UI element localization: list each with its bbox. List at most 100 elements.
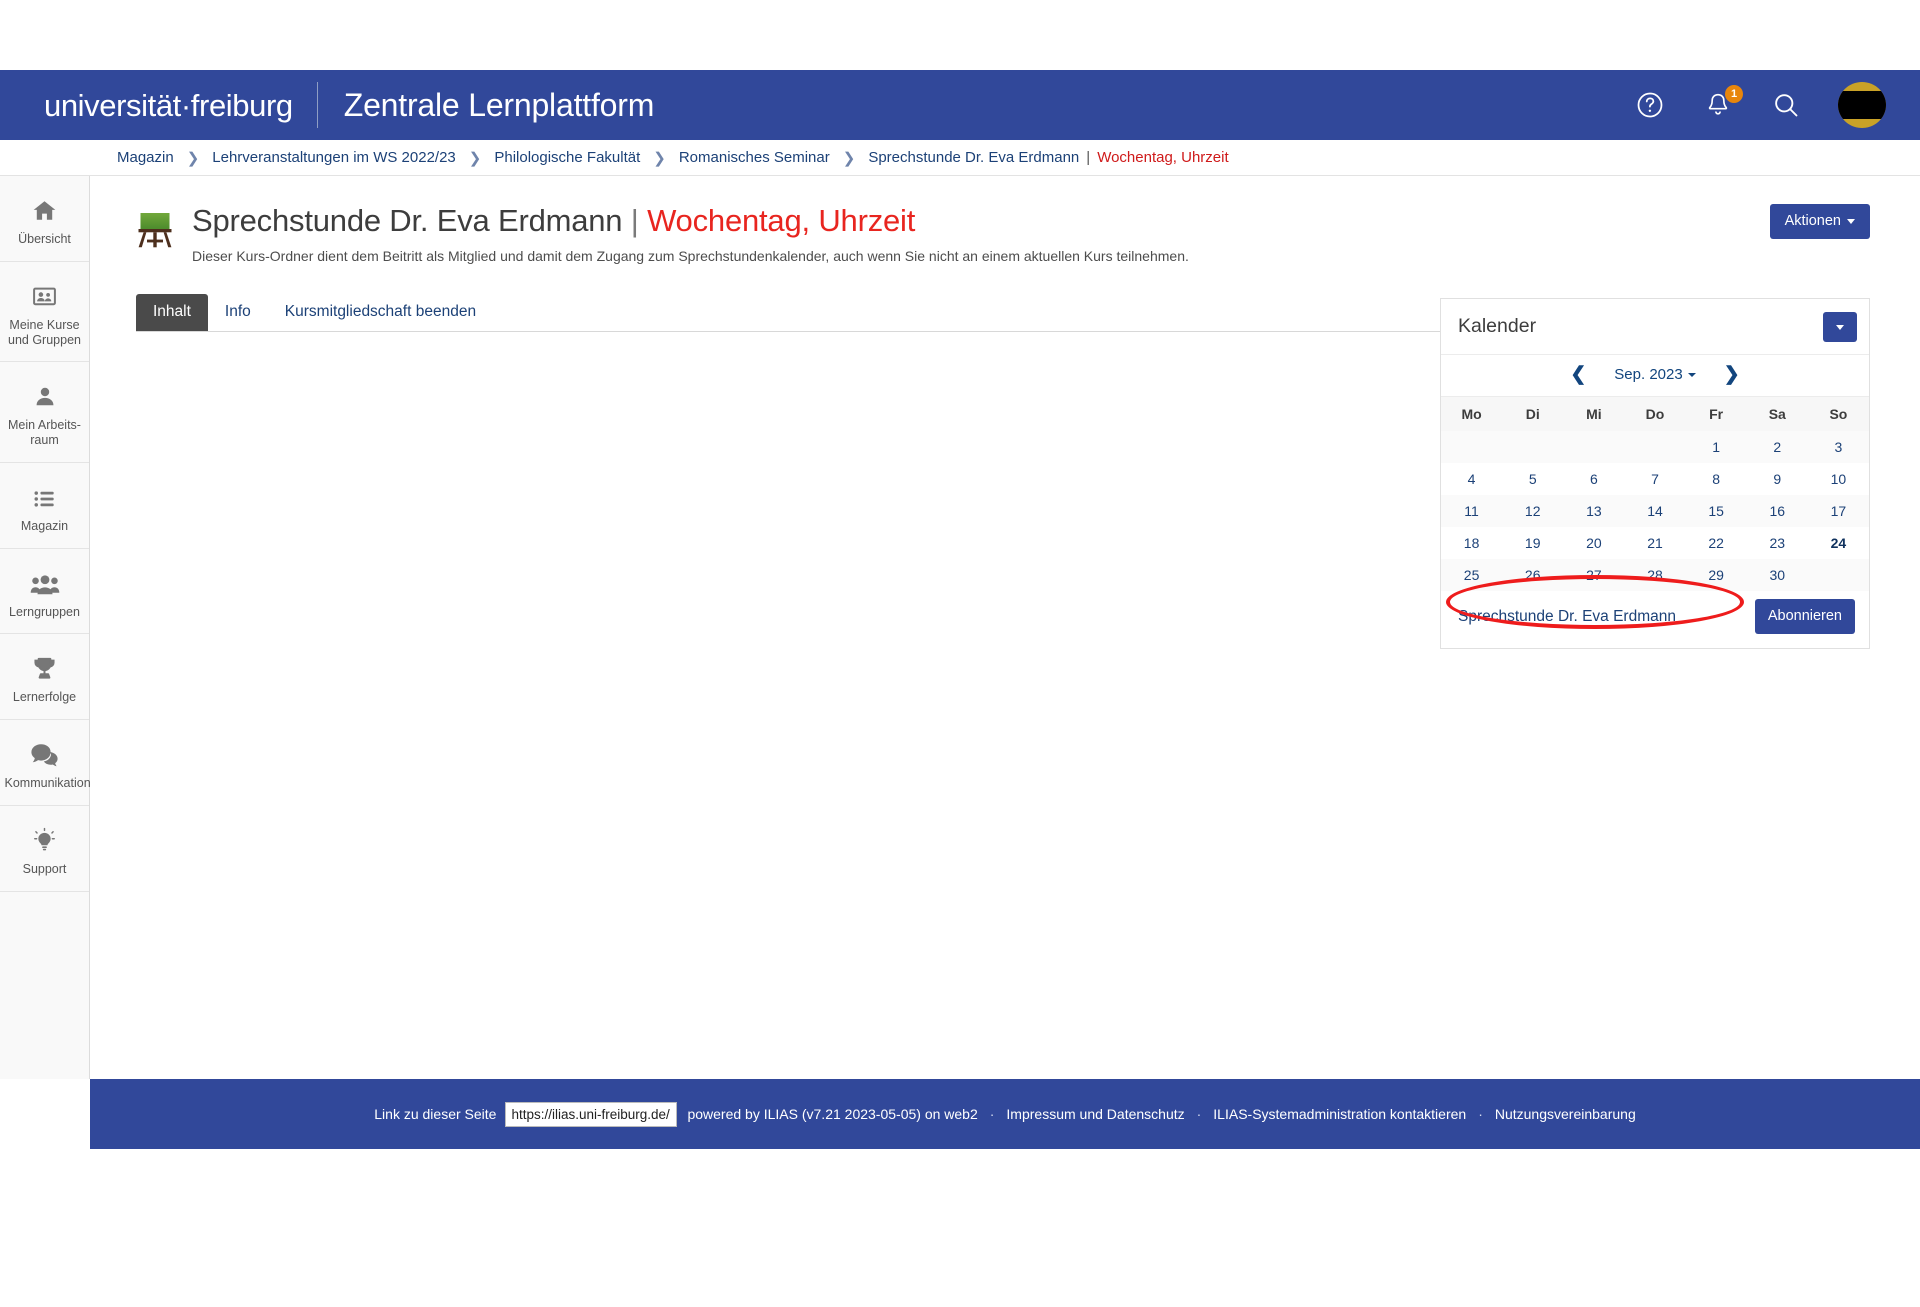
breadcrumb: Magazin ❯ Lehrveranstaltungen im WS 2022…: [0, 140, 1920, 176]
calendar-day-20[interactable]: 20: [1563, 527, 1624, 559]
calendar-header: Kalender: [1441, 299, 1869, 355]
lightbulb-icon: [32, 823, 57, 853]
calendar-weekday-header: Mo Di Mi Do Fr Sa So: [1441, 397, 1869, 431]
object-header: Sprechstunde Dr. Eva Erdmann | Wochentag…: [136, 202, 1870, 266]
calendar-day-30[interactable]: 30: [1747, 559, 1808, 591]
sidebar-item-uebersicht[interactable]: Übersicht: [0, 176, 89, 262]
breadcrumb-separator: ❯: [186, 149, 200, 167]
calendar-entry-link[interactable]: Sprechstunde Dr. Eva Erdmann: [1458, 608, 1676, 626]
calendar-day-1[interactable]: 1: [1686, 431, 1747, 463]
calendar-day-28[interactable]: 28: [1624, 559, 1685, 591]
tab-kursmitgliedschaft-beenden[interactable]: Kursmitgliedschaft beenden: [268, 294, 493, 331]
sidebar-item-label: Lerngruppen: [9, 604, 80, 619]
search-button[interactable]: [1770, 89, 1802, 121]
calendar-day-empty: [1441, 431, 1502, 463]
calendar-grid: Mo Di Mi Do Fr Sa So 1 2 3 4 5 6 7 8 9 10 11 12 13 14…: [1441, 397, 1869, 591]
breadcrumb-item-2[interactable]: Philologische Fakultät: [494, 149, 640, 166]
footer-link-impressum[interactable]: Impressum und Datenschutz: [1006, 1106, 1184, 1122]
calendar-day-10[interactable]: 10: [1808, 463, 1869, 495]
sidebar-item-support[interactable]: Support: [0, 806, 89, 892]
sidebar-item-kommunikation[interactable]: Kommunikation: [0, 720, 91, 806]
calendar-day-empty: [1808, 559, 1869, 591]
calendar-day-4[interactable]: 4: [1441, 463, 1502, 495]
calendar-day-empty: [1624, 431, 1685, 463]
breadcrumb-separator: ❯: [468, 149, 482, 167]
calendar-next-month-button[interactable]: ❯: [1722, 365, 1742, 384]
question-circle-icon: [1635, 90, 1665, 120]
calendar-prev-month-button[interactable]: ❮: [1568, 365, 1588, 384]
calendar-day-9[interactable]: 9: [1747, 463, 1808, 495]
footer-content: Link zu dieser Seite powered by ILIAS (v…: [374, 1101, 1636, 1127]
calendar-day-14[interactable]: 14: [1624, 495, 1685, 527]
calendar-day-29[interactable]: 29: [1686, 559, 1747, 591]
calendar-day-24[interactable]: 24: [1808, 527, 1869, 559]
calendar-day-17[interactable]: 17: [1808, 495, 1869, 527]
calendar-options-button[interactable]: [1823, 312, 1857, 342]
calendar-day-18[interactable]: 18: [1441, 527, 1502, 559]
subscribe-button[interactable]: Abonnieren: [1754, 599, 1855, 634]
permalink-input[interactable]: [505, 1101, 678, 1127]
calendar-week-row: 11 12 13 14 15 16 17: [1441, 495, 1869, 527]
calendar-weekday-row: Mo Di Mi Do Fr Sa So: [1441, 397, 1869, 431]
tab-inhalt[interactable]: Inhalt: [136, 294, 208, 332]
calendar-day-21[interactable]: 21: [1624, 527, 1685, 559]
calendar-day-27[interactable]: 27: [1563, 559, 1624, 591]
breadcrumb-item-3[interactable]: Romanisches Seminar: [679, 149, 830, 166]
body: Übersicht Meine Kurse und Gruppen Mein A…: [0, 176, 1920, 1079]
calendar-day-2[interactable]: 2: [1747, 431, 1808, 463]
calendar-day-15[interactable]: 15: [1686, 495, 1747, 527]
calendar-week-row: 18 19 20 21 22 23 24: [1441, 527, 1869, 559]
list-icon: [31, 480, 58, 510]
calendar-day-6[interactable]: 6: [1563, 463, 1624, 495]
sidebar-item-label: Magazin: [20, 518, 69, 533]
calendar-day-22[interactable]: 22: [1686, 527, 1747, 559]
breadcrumb-separator: ❯: [653, 149, 666, 167]
calendar-day-empty: [1502, 431, 1563, 463]
sidebar-item-lernerfolge[interactable]: Lernerfolge: [0, 634, 89, 720]
calendar-day-26[interactable]: 26: [1502, 559, 1563, 591]
calendar-day-3[interactable]: 3: [1808, 431, 1869, 463]
calendar-day-23[interactable]: 23: [1747, 527, 1808, 559]
sidebar-item-label: Kommunikation: [4, 776, 91, 790]
weekday-so: So: [1807, 397, 1869, 431]
sidebar-item-mein-arbeitsraum[interactable]: Mein Arbeits-raum: [0, 362, 89, 463]
calendar-footer: Sprechstunde Dr. Eva Erdmann Abonnieren: [1441, 575, 1869, 648]
chevron-down-icon: [1847, 218, 1855, 224]
sidebar-item-magazin[interactable]: Magazin: [0, 463, 89, 549]
calendar-day-19[interactable]: 19: [1502, 527, 1563, 559]
chevron-down-icon: [1836, 324, 1844, 330]
object-description: Dieser Kurs-Ordner dient dem Beitritt al…: [192, 247, 1189, 264]
calendar-day-11[interactable]: 11: [1441, 495, 1502, 527]
footer-link-nutzungsvereinbarung[interactable]: Nutzungsvereinbarung: [1495, 1106, 1636, 1122]
actions-button[interactable]: Aktionen: [1769, 204, 1870, 239]
footer-separator: ·: [1196, 1106, 1202, 1122]
sidebar-item-label: Support: [22, 861, 67, 876]
calendar-day-12[interactable]: 12: [1502, 495, 1563, 527]
calendar-day-16[interactable]: 16: [1747, 495, 1808, 527]
calendar-day-7[interactable]: 7: [1624, 463, 1685, 495]
sidebar-item-label: Übersicht: [18, 232, 71, 246]
university-logo[interactable]: universität·freiburg: [44, 90, 317, 121]
sidebar-item-lerngruppen[interactable]: Lerngruppen: [0, 549, 89, 635]
footer-link-systemadministration[interactable]: ILIAS-Systemadministration kontaktieren: [1213, 1106, 1466, 1122]
tab-info[interactable]: Info: [208, 294, 268, 331]
breadcrumb-item-1[interactable]: Lehrveranstaltungen im WS 2022/23: [212, 149, 455, 166]
calendar-day-25[interactable]: 25: [1441, 559, 1502, 591]
footer-separator: ·: [989, 1106, 995, 1122]
breadcrumb-item-0[interactable]: Magazin: [117, 149, 174, 166]
weekday-mo: Mo: [1441, 397, 1503, 431]
calendar-month-selector[interactable]: Sep. 2023: [1614, 366, 1696, 383]
main-sidebar: Übersicht Meine Kurse und Gruppen Mein A…: [0, 176, 91, 1079]
calendar-day-8[interactable]: 8: [1686, 463, 1747, 495]
breadcrumb-item-4[interactable]: Sprechstunde Dr. Eva Erdmann: [868, 149, 1079, 166]
calendar-day-5[interactable]: 5: [1502, 463, 1563, 495]
user-avatar[interactable]: [1838, 82, 1886, 128]
footer-powered-by: powered by ILIAS (v7.21 2023-05-05) on w…: [687, 1106, 978, 1122]
notification-badge: 1: [1725, 85, 1743, 103]
title-block: Sprechstunde Dr. Eva Erdmann | Wochentag…: [192, 202, 1770, 266]
sidebar-item-label: Meine Kurse und Gruppen: [8, 317, 81, 347]
sidebar-item-meine-kurse-und-gruppen[interactable]: Meine Kurse und Gruppen: [0, 262, 89, 363]
calendar-day-13[interactable]: 13: [1563, 495, 1624, 527]
notifications-button[interactable]: 1: [1702, 85, 1743, 121]
help-button[interactable]: [1634, 89, 1666, 121]
